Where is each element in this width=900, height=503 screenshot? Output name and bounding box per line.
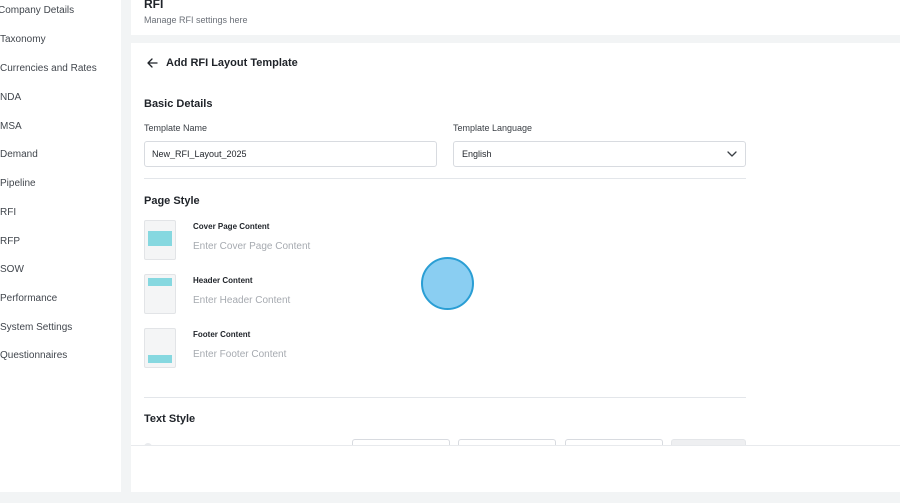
sidebar-item-system-settings[interactable]: System Settings [0,322,72,333]
sidebar-item-pipeline[interactable]: Pipeline [0,178,36,189]
footer-content-label: Footer Content [193,330,251,339]
click-indicator [421,257,474,310]
cover-page-thumbnail[interactable] [144,220,176,260]
header-content-row: Header Content [144,274,544,314]
sidebar-item-nda[interactable]: NDA [0,92,21,103]
form-card: Add RFI Layout Template Basic Details Te… [131,43,900,492]
page-style-heading: Page Style [144,195,200,207]
template-language-value: English [462,149,492,159]
header-content-thumb-bar [148,278,172,286]
header-content-thumbnail[interactable] [144,274,176,314]
sidebar-item-questionnaires[interactable]: Questionnaires [0,350,67,361]
cover-page-thumb-bar [148,231,172,246]
header-content-input[interactable] [190,291,430,309]
footer-content-thumb-bar [148,355,172,363]
sidebar-item-msa[interactable]: MSA [0,121,22,132]
page-subtitle: Manage RFI settings here [144,15,248,25]
sidebar: Company Details Taxonomy Currencies and … [0,0,121,492]
sidebar-item-demand[interactable]: Demand [0,149,38,160]
sidebar-item-sow[interactable]: SOW [0,264,24,275]
footer-content-input[interactable] [190,345,430,363]
template-language-label: Template Language [453,123,533,133]
chevron-down-icon [727,149,737,159]
section-divider [144,397,746,398]
footer-content-row: Footer Content [144,328,544,368]
back-row: Add RFI Layout Template [146,57,298,69]
form-footer-divider [131,445,900,446]
sidebar-item-taxonomy[interactable]: Taxonomy [0,34,46,45]
template-language-select[interactable]: English [453,141,746,167]
cover-page-label: Cover Page Content [193,222,270,231]
template-name-input[interactable] [144,141,437,167]
sidebar-item-performance[interactable]: Performance [0,293,57,304]
text-style-heading: Text Style [144,413,196,425]
template-name-label: Template Name [144,123,208,133]
page-title: RFI [144,0,164,11]
footer-content-thumbnail[interactable] [144,328,176,368]
cover-page-row: Cover Page Content [144,220,544,260]
page-header: RFI Manage RFI settings here [131,0,900,35]
section-divider [144,178,746,179]
form-scroll-area[interactable]: Add RFI Layout Template Basic Details Te… [131,43,900,445]
cover-page-input[interactable] [190,237,430,255]
basic-details-heading: Basic Details [144,98,213,110]
form-title: Add RFI Layout Template [166,57,298,69]
header-content-label: Header Content [193,276,253,285]
sidebar-item-rfi[interactable]: RFI [0,207,16,218]
sidebar-item-rfp[interactable]: RFP [0,236,20,247]
arrow-left-icon[interactable] [146,57,158,69]
sidebar-item-currencies-and-rates[interactable]: Currencies and Rates [0,63,97,74]
sidebar-item-company-details[interactable]: Company Details [0,5,74,16]
